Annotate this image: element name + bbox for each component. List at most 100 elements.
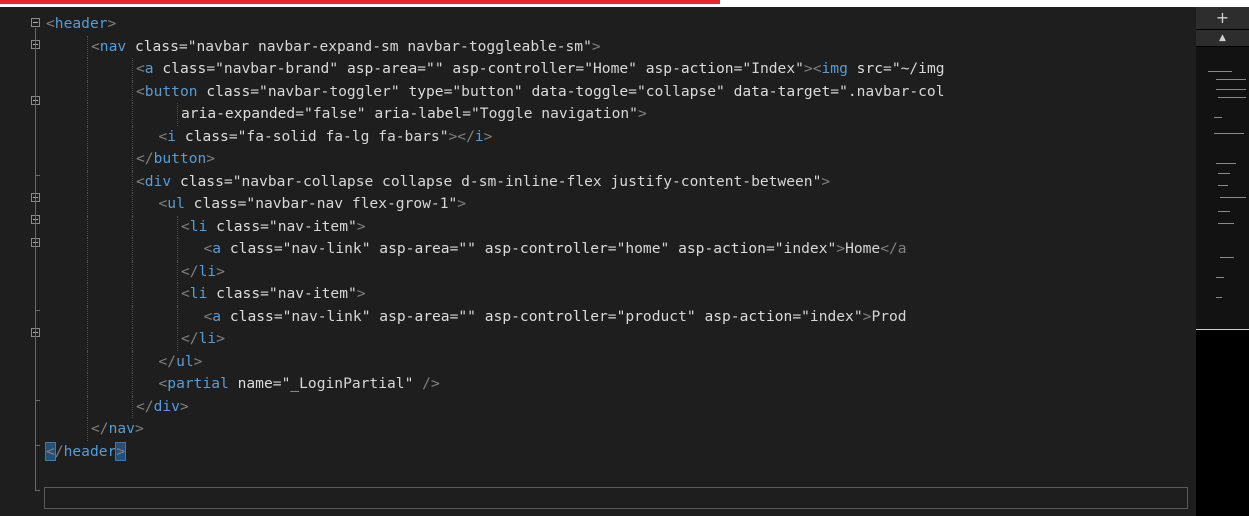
code-token: = bbox=[206, 60, 216, 77]
code-line[interactable]: <button class="navbar-toggler" type="but… bbox=[44, 80, 1196, 103]
code-line[interactable]: </div> bbox=[44, 395, 1196, 419]
indent-guide bbox=[87, 283, 88, 306]
code-line[interactable]: <header> bbox=[44, 13, 1196, 36]
code-token: li bbox=[198, 330, 217, 347]
code-token: Prod bbox=[871, 307, 907, 325]
code-line[interactable]: <nav class="navbar navbar-expand-sm navb… bbox=[44, 35, 1196, 58]
code-token: nav bbox=[99, 37, 127, 55]
indent-guide bbox=[132, 350, 133, 373]
indent-guide bbox=[87, 148, 88, 171]
code-token: = bbox=[260, 217, 269, 235]
code-line[interactable]: <a class="nav-link" asp-area="" asp-cont… bbox=[44, 238, 1196, 261]
indent-guide bbox=[132, 395, 133, 418]
code-line[interactable]: <i class="fa-solid fa-lg fa-bars"></i> bbox=[44, 125, 1196, 148]
code-token: "navbar-collapse collapse d-sm-inline-fl… bbox=[232, 172, 822, 190]
code-token: = bbox=[273, 240, 283, 257]
code-line-content: </ul> bbox=[159, 351, 203, 374]
code-token: < bbox=[91, 37, 100, 55]
code-token: div bbox=[153, 397, 180, 415]
indent-guide bbox=[132, 260, 133, 283]
code-token: "nav-item" bbox=[268, 285, 357, 302]
code-token: "nav-link" bbox=[282, 307, 371, 325]
code-token: </a bbox=[880, 240, 907, 257]
code-line[interactable]: <div class="navbar-collapse collapse d-s… bbox=[44, 170, 1196, 194]
fold-end bbox=[35, 400, 40, 401]
code-token: asp-action bbox=[704, 307, 793, 325]
code-token: "_LoginPartial" bbox=[281, 375, 414, 392]
code-lines[interactable]: <header> <nav class="navbar navbar-expand… bbox=[44, 13, 1196, 516]
code-line[interactable]: </nav> bbox=[44, 418, 1196, 441]
code-token: </ bbox=[136, 397, 154, 415]
code-token: > bbox=[115, 441, 127, 461]
code-token: aria-label bbox=[374, 105, 463, 122]
add-icon[interactable]: + bbox=[1196, 7, 1249, 29]
code-line[interactable]: </ul> bbox=[44, 350, 1196, 374]
indent-guide bbox=[87, 418, 88, 441]
code-line[interactable]: <a class="navbar-brand" asp-area="" asp-… bbox=[44, 58, 1196, 81]
minimap-line bbox=[1214, 117, 1222, 118]
code-token: = bbox=[883, 60, 892, 77]
minimap-line bbox=[1220, 197, 1246, 198]
code-token: > bbox=[179, 397, 189, 415]
indent-guide bbox=[177, 305, 178, 328]
code-token: < bbox=[203, 240, 213, 257]
code-token: > bbox=[821, 172, 831, 190]
vertical-scrollbar[interactable]: + ▲ bbox=[1196, 7, 1249, 516]
code-line-content: </button> bbox=[136, 148, 215, 171]
code-line-content: <partial name="_LoginPartial" /> bbox=[159, 373, 440, 396]
fold-end bbox=[35, 490, 40, 491]
top-accent-bar bbox=[0, 0, 720, 4]
code-token: button bbox=[144, 82, 198, 100]
code-line[interactable]: aria-expanded="false" aria-label="Toggle… bbox=[44, 103, 1196, 126]
code-line[interactable]: </li> bbox=[44, 260, 1196, 283]
code-line[interactable]: </li> bbox=[44, 328, 1196, 351]
code-token: = bbox=[250, 82, 260, 100]
minimap-line bbox=[1218, 173, 1230, 174]
indent-guide bbox=[87, 125, 88, 148]
code-token: > bbox=[457, 195, 467, 212]
indent-guide bbox=[177, 238, 178, 261]
code-token: = bbox=[607, 240, 617, 257]
code-line[interactable]: <li class="nav-item"> bbox=[44, 215, 1196, 238]
scroll-thumb[interactable] bbox=[1196, 47, 1249, 329]
code-token: class bbox=[134, 37, 179, 55]
code-token: "Index" bbox=[742, 60, 804, 77]
minimap-line bbox=[1216, 297, 1222, 298]
code-token: "navbar-brand" bbox=[215, 60, 339, 77]
indent-guide bbox=[132, 373, 133, 396]
code-line[interactable]: <li class="nav-item"> bbox=[44, 283, 1196, 306]
code-token: class bbox=[229, 307, 274, 325]
indent-guide bbox=[87, 35, 88, 58]
code-token: data-target bbox=[733, 82, 831, 100]
collapse-header-icon[interactable] bbox=[31, 18, 40, 27]
code-token: "home" bbox=[616, 240, 670, 257]
indent-guide bbox=[177, 103, 178, 126]
code-line[interactable]: <ul class="navbar-nav flex-grow-1"> bbox=[44, 193, 1196, 216]
code-token: i bbox=[474, 127, 484, 145]
code-line[interactable]: <a class="nav-link" asp-area="" asp-cont… bbox=[44, 305, 1196, 328]
code-token: = bbox=[607, 307, 617, 325]
code-line[interactable]: </button> bbox=[44, 148, 1196, 171]
code-line-content: <div class="navbar-collapse collapse d-s… bbox=[136, 171, 830, 194]
code-token: ul bbox=[167, 195, 185, 212]
code-line[interactable]: <partial name="_LoginPartial" /> bbox=[44, 373, 1196, 396]
code-line-content: </div> bbox=[136, 396, 189, 419]
code-token: = bbox=[792, 307, 802, 325]
code-editor[interactable]: <header> <nav class="navbar navbar-expand… bbox=[0, 7, 1196, 516]
code-token: asp-controller bbox=[484, 307, 608, 325]
code-token: = bbox=[295, 105, 305, 122]
code-token: / bbox=[54, 442, 64, 460]
code-token: = bbox=[765, 240, 775, 257]
code-line[interactable]: </header> bbox=[44, 441, 1196, 464]
code-line-content: <ul class="navbar-nav flex-grow-1"> bbox=[159, 193, 467, 216]
scroll-up-arrow-icon[interactable]: ▲ bbox=[1196, 30, 1249, 46]
indent-guide bbox=[132, 80, 133, 103]
code-token: = bbox=[228, 127, 238, 145]
code-token: < bbox=[181, 285, 190, 302]
